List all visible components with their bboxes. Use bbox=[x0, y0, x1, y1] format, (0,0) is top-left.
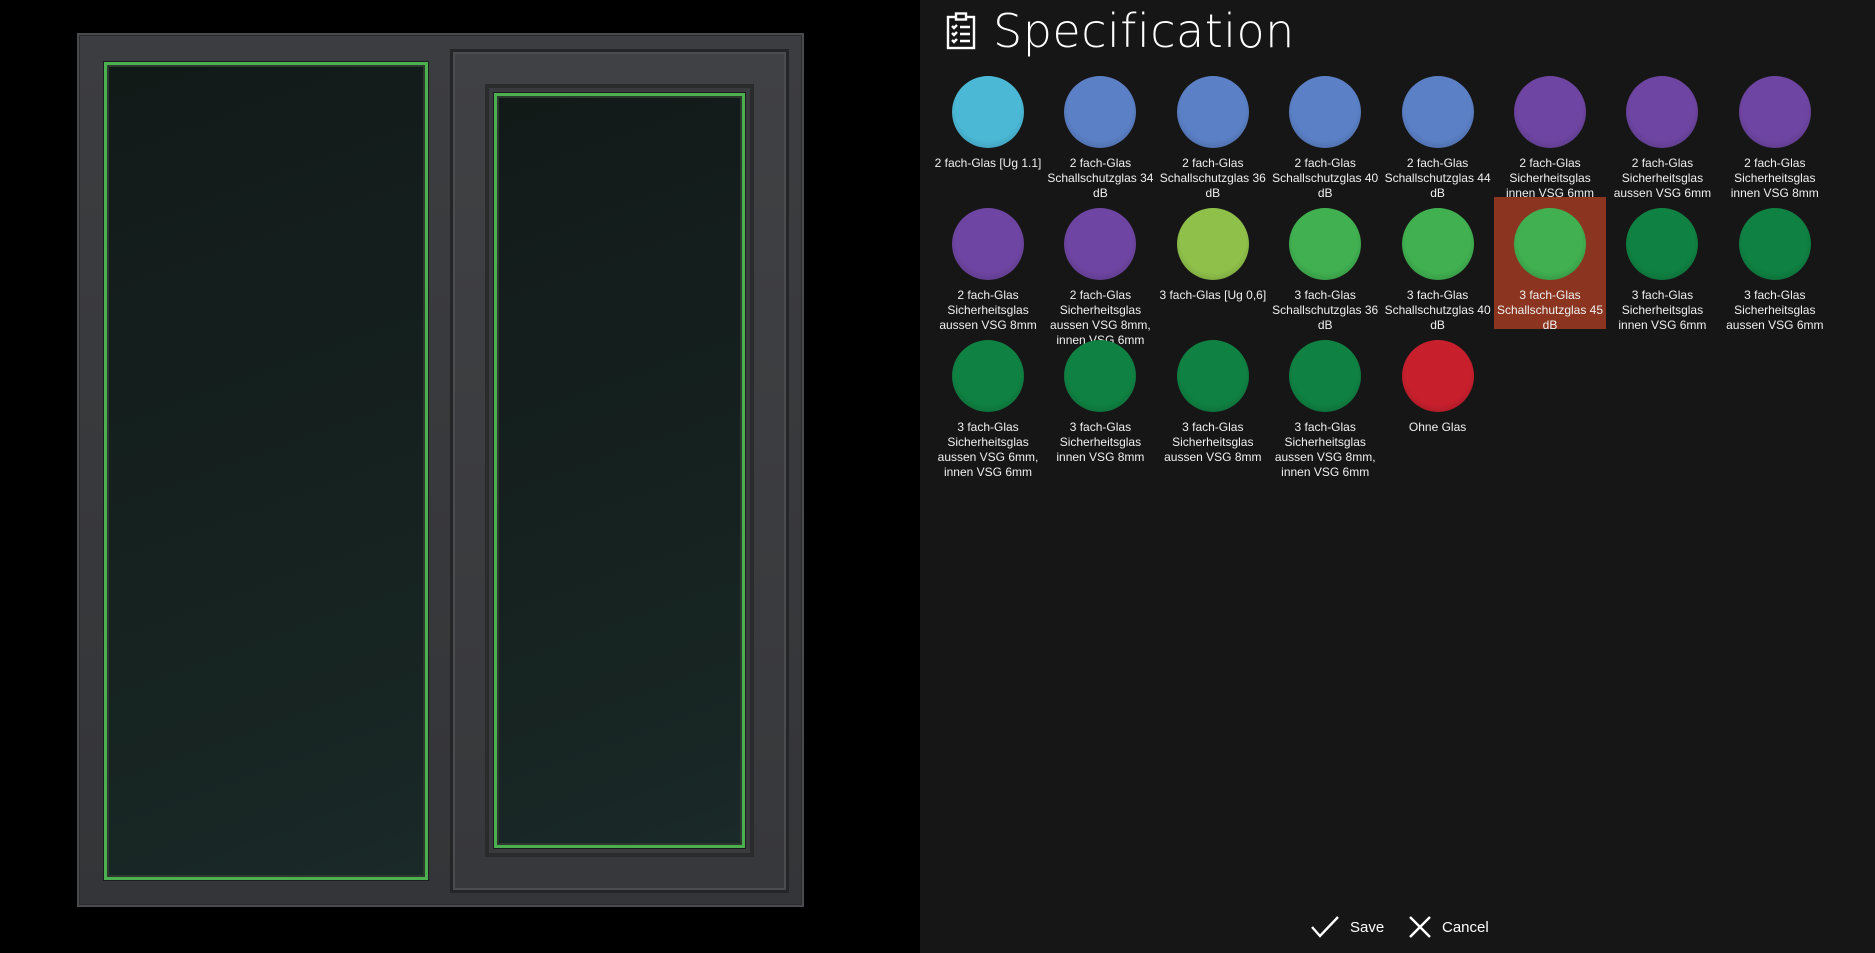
option-label: 2 fach-Glas Schallschutzglas 34 dB bbox=[1047, 156, 1154, 200]
color-swatch bbox=[1064, 340, 1137, 412]
glass-option[interactable]: 3 fach-Glas [Ug 0,6] bbox=[1157, 197, 1269, 329]
option-label: Ohne Glas bbox=[1408, 420, 1467, 434]
specification-panel: Specification 2 fach-Glas [Ug 1.1] 2 fach… bbox=[920, 0, 1875, 953]
glass-option[interactable]: 2 fach-Glas Sicherheitsglas aussen VSG 8… bbox=[1044, 197, 1156, 347]
option-label: 3 fach-Glas Sicherheitsglas aussen VSG 6… bbox=[1726, 288, 1824, 332]
option-label: 2 fach-Glas Sicherheitsglas innen VSG 6m… bbox=[1505, 156, 1595, 200]
window-preview bbox=[0, 0, 920, 953]
left-glass-pane[interactable] bbox=[104, 62, 428, 880]
option-label: 2 fach-Glas Schallschutzglas 44 dB bbox=[1384, 156, 1491, 200]
option-label: 3 fach-Glas Sicherheitsglas innen VSG 6m… bbox=[1618, 288, 1707, 332]
glass-option[interactable]: 3 fach-Glas Sicherheitsglas aussen VSG 8… bbox=[1157, 329, 1269, 464]
color-swatch bbox=[1176, 76, 1249, 148]
option-label: 2 fach-Glas Sicherheitsglas innen VSG 8m… bbox=[1730, 156, 1819, 200]
glass-option[interactable]: 2 fach-Glas Schallschutzglas 36 dB bbox=[1157, 65, 1269, 200]
color-swatch bbox=[1626, 208, 1699, 280]
option-label: 3 fach-Glas Schallschutzglas 45 dB bbox=[1496, 288, 1604, 332]
glass-option[interactable]: 3 fach-Glas Sicherheitsglas aussen VSG 6… bbox=[932, 329, 1044, 479]
glass-option[interactable]: 3 fach-Glas Sicherheitsglas innen VSG 6m… bbox=[1606, 197, 1718, 332]
option-label: 3 fach-Glas Sicherheitsglas innen VSG 8m… bbox=[1056, 420, 1145, 464]
option-label: 3 fach-Glas [Ug 0,6] bbox=[1159, 288, 1267, 302]
glass-option[interactable]: 3 fach-Glas Schallschutzglas 45 dB bbox=[1494, 197, 1606, 332]
color-swatch bbox=[1514, 208, 1586, 280]
glass-option[interactable]: 2 fach-Glas Schallschutzglas 34 dB bbox=[1044, 65, 1156, 200]
color-swatch bbox=[1289, 76, 1362, 148]
save-button[interactable]: Save bbox=[1310, 915, 1384, 939]
page-title: Specification bbox=[993, 4, 1295, 58]
option-label: 2 fach-Glas Sicherheitsglas aussen VSG 8… bbox=[939, 288, 1037, 332]
color-swatch bbox=[952, 76, 1024, 148]
color-swatch bbox=[1626, 76, 1699, 148]
glass-option[interactable]: 2 fach-Glas Sicherheitsglas aussen VSG 8… bbox=[932, 197, 1044, 332]
checkmark-icon bbox=[1311, 916, 1339, 938]
color-swatch bbox=[1064, 76, 1137, 148]
color-swatch bbox=[1401, 208, 1474, 280]
cancel-button[interactable]: Cancel bbox=[1408, 915, 1489, 939]
color-swatch bbox=[952, 208, 1024, 280]
option-label: 2 fach-Glas Sicherheitsglas aussen VSG 6… bbox=[1613, 156, 1712, 200]
color-swatch bbox=[1064, 208, 1137, 280]
color-swatch bbox=[1514, 76, 1586, 148]
glass-option[interactable]: Ohne Glas bbox=[1382, 329, 1494, 461]
save-label: Save bbox=[1350, 918, 1385, 936]
cancel-label: Cancel bbox=[1442, 918, 1489, 936]
glass-option[interactable]: 3 fach-Glas Schallschutzglas 40 dB bbox=[1382, 197, 1494, 332]
option-label: 3 fach-Glas Schallschutzglas 36 dB bbox=[1272, 288, 1379, 332]
glass-option[interactable]: 3 fach-Glas Sicherheitsglas aussen VSG 8… bbox=[1269, 329, 1381, 479]
color-swatch bbox=[1401, 76, 1474, 148]
glass-option[interactable]: 2 fach-Glas Sicherheitsglas aussen VSG 6… bbox=[1606, 65, 1718, 200]
glass-option[interactable]: 3 fach-Glas Sicherheitsglas aussen VSG 6… bbox=[1719, 197, 1831, 332]
glass-option[interactable]: 2 fach-Glas Schallschutzglas 40 dB bbox=[1269, 65, 1381, 200]
color-swatch bbox=[952, 340, 1024, 412]
option-label: 3 fach-Glas Sicherheitsglas aussen VSG 8… bbox=[1164, 420, 1262, 464]
option-label: 3 fach-Glas Schallschutzglas 40 dB bbox=[1384, 288, 1491, 332]
option-label: 2 fach-Glas Schallschutzglas 40 dB bbox=[1272, 156, 1379, 200]
glass-option[interactable]: 2 fach-Glas Sicherheitsglas innen VSG 8m… bbox=[1719, 65, 1831, 200]
color-swatch bbox=[1738, 208, 1811, 280]
color-swatch bbox=[1176, 208, 1249, 280]
option-label: 3 fach-Glas Sicherheitsglas aussen VSG 8… bbox=[1274, 420, 1376, 479]
right-glass-pane[interactable] bbox=[494, 93, 745, 848]
color-swatch bbox=[1176, 340, 1249, 412]
glass-option[interactable]: 3 fach-Glas Schallschutzglas 36 dB bbox=[1269, 197, 1381, 332]
glass-option[interactable]: 3 fach-Glas Sicherheitsglas innen VSG 8m… bbox=[1044, 329, 1156, 464]
option-label: 2 fach-Glas Schallschutzglas 36 dB bbox=[1159, 156, 1266, 200]
glass-option[interactable]: 2 fach-Glas [Ug 1.1] bbox=[932, 65, 1044, 197]
clipboard-checklist-icon bbox=[946, 12, 976, 50]
color-swatch bbox=[1738, 76, 1811, 148]
glass-option[interactable]: 2 fach-Glas Sicherheitsglas innen VSG 6m… bbox=[1494, 65, 1606, 200]
color-swatch bbox=[1401, 340, 1474, 412]
glass-option[interactable]: 2 fach-Glas Schallschutzglas 44 dB bbox=[1382, 65, 1494, 200]
color-swatch bbox=[1289, 340, 1362, 412]
close-icon bbox=[1409, 916, 1431, 938]
color-swatch bbox=[1289, 208, 1362, 280]
option-label: 3 fach-Glas Sicherheitsglas aussen VSG 6… bbox=[937, 420, 1039, 479]
option-label: 2 fach-Glas [Ug 1.1] bbox=[934, 156, 1042, 170]
